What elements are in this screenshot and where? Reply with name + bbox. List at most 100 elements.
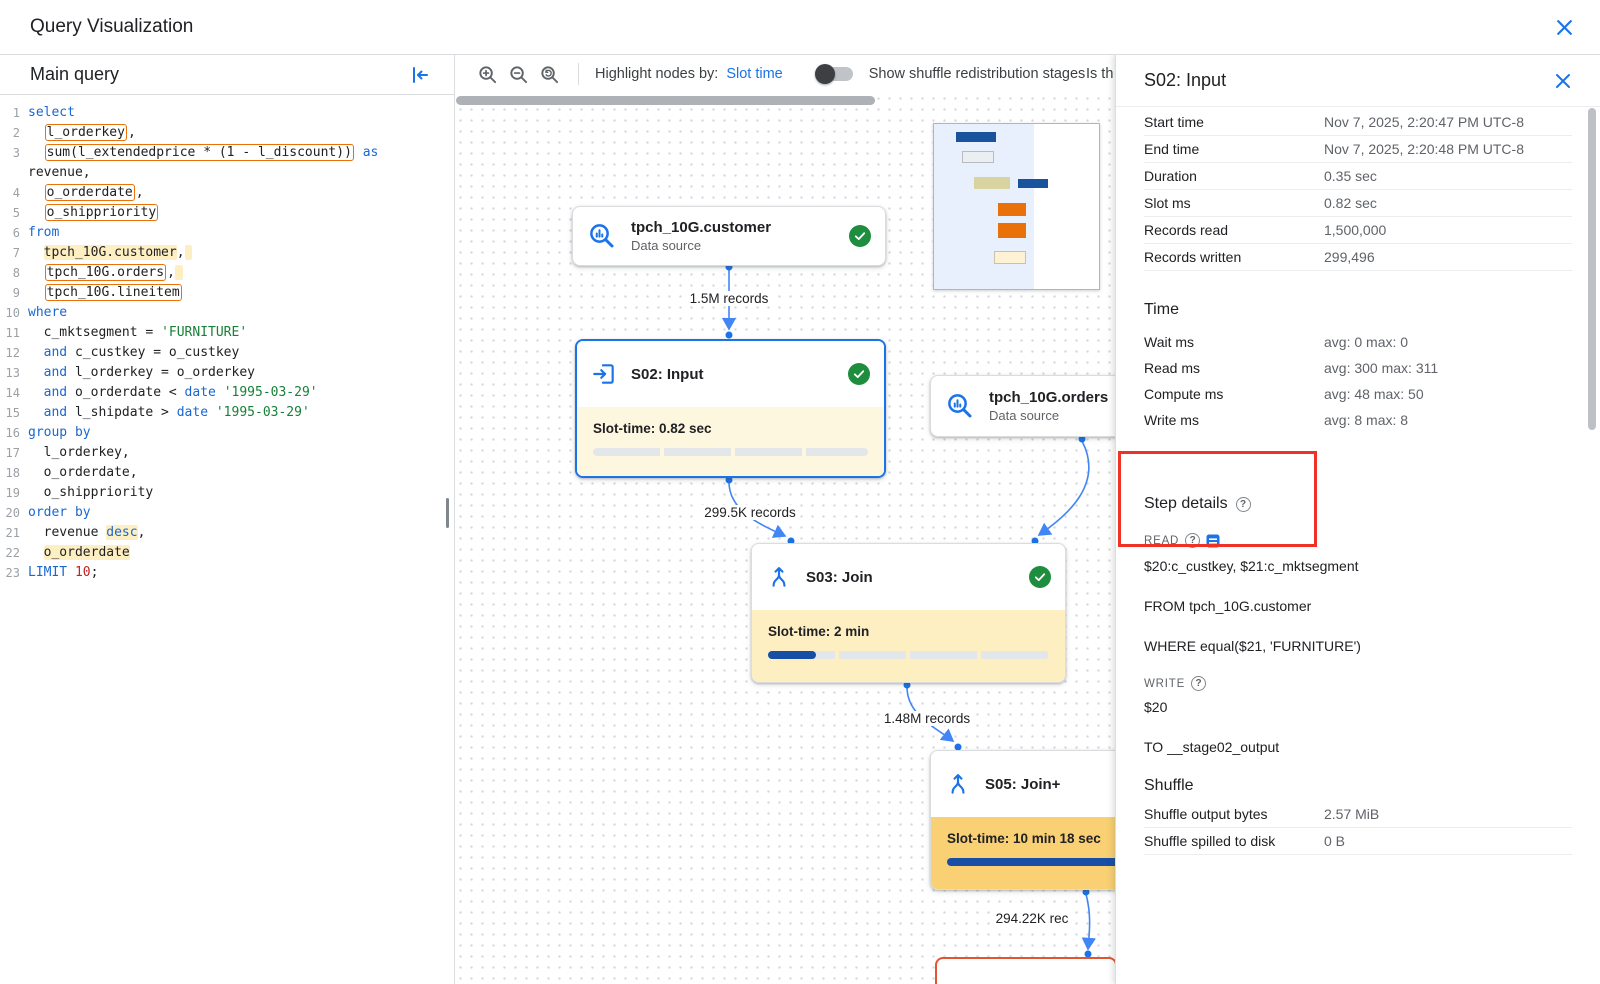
code-token: and [44, 345, 67, 360]
success-check-icon [849, 225, 871, 247]
data-source-icon [587, 221, 617, 251]
detail-value: 299,496 [1324, 247, 1529, 267]
line-number: 12 [2, 343, 20, 363]
detail-label: Start time [1144, 112, 1324, 132]
detail-label: Records read [1144, 220, 1324, 240]
code-token [216, 385, 224, 400]
line-number: 15 [2, 403, 20, 423]
stage-header: S05: Join+ [931, 751, 1115, 817]
help-icon[interactable] [1236, 497, 1251, 512]
code-token: l_orderkey, [28, 445, 130, 460]
close-visualization-button[interactable] [1553, 16, 1576, 39]
help-icon[interactable] [1191, 676, 1206, 691]
stage-details-content: Start timeNov 7, 2025, 2:20:47 PM UTC-8E… [1116, 107, 1600, 855]
zoom-in-button[interactable] [475, 62, 500, 87]
code-token: select [28, 105, 75, 120]
detail-value: 0.82 sec [1324, 193, 1529, 213]
panel-resize-handle[interactable] [446, 498, 449, 528]
detail-label: Records written [1144, 247, 1324, 267]
step-details-title: Step details [1144, 495, 1228, 513]
node-tpch-customer[interactable]: tpch_10G.customer Data source [572, 206, 886, 266]
line-number: 16 [2, 423, 20, 443]
read-section-label-row: READ [1144, 533, 1572, 548]
node-title: S03: Join [806, 569, 873, 586]
page-title: Query Visualization [30, 16, 193, 38]
code-token [28, 345, 44, 360]
line-number: 22 [2, 543, 20, 563]
detail-row: Start timeNov 7, 2025, 2:20:47 PM UTC-8 [1144, 109, 1572, 136]
edge-label: 1.5M records [687, 291, 772, 306]
code-token: from [28, 225, 59, 240]
help-icon[interactable] [1185, 533, 1200, 548]
code-line: 20order by [2, 503, 452, 523]
input-stage-icon [591, 361, 617, 387]
highlight-mode-select[interactable]: Slot time [724, 66, 784, 82]
line-number: 11 [2, 323, 20, 343]
code-token: as [363, 145, 379, 160]
stage-body: Slot-time: 10 min 18 sec [931, 817, 1115, 890]
write-label: WRITE [1144, 678, 1185, 690]
zoom-out-button[interactable] [506, 62, 531, 87]
node-title: tpch_10G.orders [989, 389, 1108, 406]
line-number: 8 [2, 263, 20, 283]
line-number: 4 [2, 183, 20, 203]
line-number: 5 [2, 203, 20, 223]
detail-value: 0.35 sec [1324, 166, 1529, 186]
detail-value: Nov 7, 2025, 2:20:47 PM UTC-8 [1324, 112, 1529, 132]
graph-toolbar: Highlight nodes by: Slot time Show shuff… [455, 55, 1115, 93]
node-s03-join[interactable]: S03: Join Slot-time: 2 min [751, 543, 1066, 683]
graph-minimap[interactable] [933, 123, 1100, 290]
main-query-title: Main query [30, 64, 119, 85]
line-number: 23 [2, 563, 20, 583]
minimap-node-bar [962, 151, 994, 163]
line-number: 21 [2, 523, 20, 543]
code-token: group by [28, 425, 91, 440]
close-icon [1555, 18, 1574, 37]
toggle-knob-icon [815, 64, 835, 84]
stage-stats-table: Start timeNov 7, 2025, 2:20:47 PM UTC-8E… [1144, 109, 1572, 271]
step-detail-line: $20 [1144, 697, 1572, 717]
detail-label: Read ms [1144, 358, 1324, 378]
code-token [175, 265, 183, 280]
collapse-panel-button[interactable] [408, 63, 432, 87]
detail-label: Slot ms [1144, 193, 1324, 213]
detail-value: avg: 0 max: 0 [1324, 332, 1529, 352]
join-stage-icon [945, 771, 971, 797]
zoom-reset-button[interactable] [537, 62, 562, 87]
code-token [28, 145, 44, 160]
node-next-stage-partial[interactable] [935, 957, 1115, 984]
slot-time-label: Slot-time: 10 min 18 sec [947, 831, 1115, 846]
close-details-button[interactable] [1552, 70, 1574, 92]
minimap-node-bar [974, 177, 1010, 189]
horizontal-scrollbar-thumb[interactable] [456, 96, 875, 105]
graph-canvas[interactable]: tpch_10G.customer Data source S02: Input… [455, 93, 1115, 984]
edge-label: 299.5K records [701, 505, 799, 520]
shuffle-stats-table: Shuffle output bytes2.57 MiBShuffle spil… [1144, 801, 1572, 855]
read-label: READ [1144, 535, 1179, 547]
code-token: tpch_10G.lineitem [45, 284, 182, 301]
write-step-lines: $20TO __stage02_output [1144, 697, 1572, 757]
code-token: date [185, 385, 216, 400]
detail-row: End timeNov 7, 2025, 2:20:48 PM UTC-8 [1144, 136, 1572, 163]
detail-label: Duration [1144, 166, 1324, 186]
code-token: LIMIT [28, 565, 67, 580]
code-token [28, 365, 44, 380]
line-number: 3 [2, 143, 20, 163]
shuffle-stages-toggle[interactable] [817, 67, 853, 81]
node-s05-join-plus[interactable]: S05: Join+ Slot-time: 10 min 18 sec [930, 750, 1115, 890]
code-token: where [28, 305, 67, 320]
table-columns-icon [1206, 534, 1220, 548]
code-token: c_mktsegment = [28, 325, 161, 340]
code-token [28, 185, 44, 200]
panel-scrollbar-thumb[interactable] [1588, 108, 1596, 430]
node-tpch-orders[interactable]: tpch_10G.orders Data source [930, 375, 1115, 437]
success-check-icon [848, 363, 870, 385]
line-number: 18 [2, 463, 20, 483]
node-s02-input[interactable]: S02: Input Slot-time: 0.82 sec [575, 339, 886, 478]
code-token [28, 545, 44, 560]
code-line: 6from [2, 223, 452, 243]
code-token: tpch_10G.orders [45, 264, 166, 281]
zoom-out-icon [508, 64, 529, 85]
sql-code: 1select2 l_orderkey,3 sum(l_extendedpric… [0, 95, 454, 583]
code-token: desc [106, 525, 137, 540]
